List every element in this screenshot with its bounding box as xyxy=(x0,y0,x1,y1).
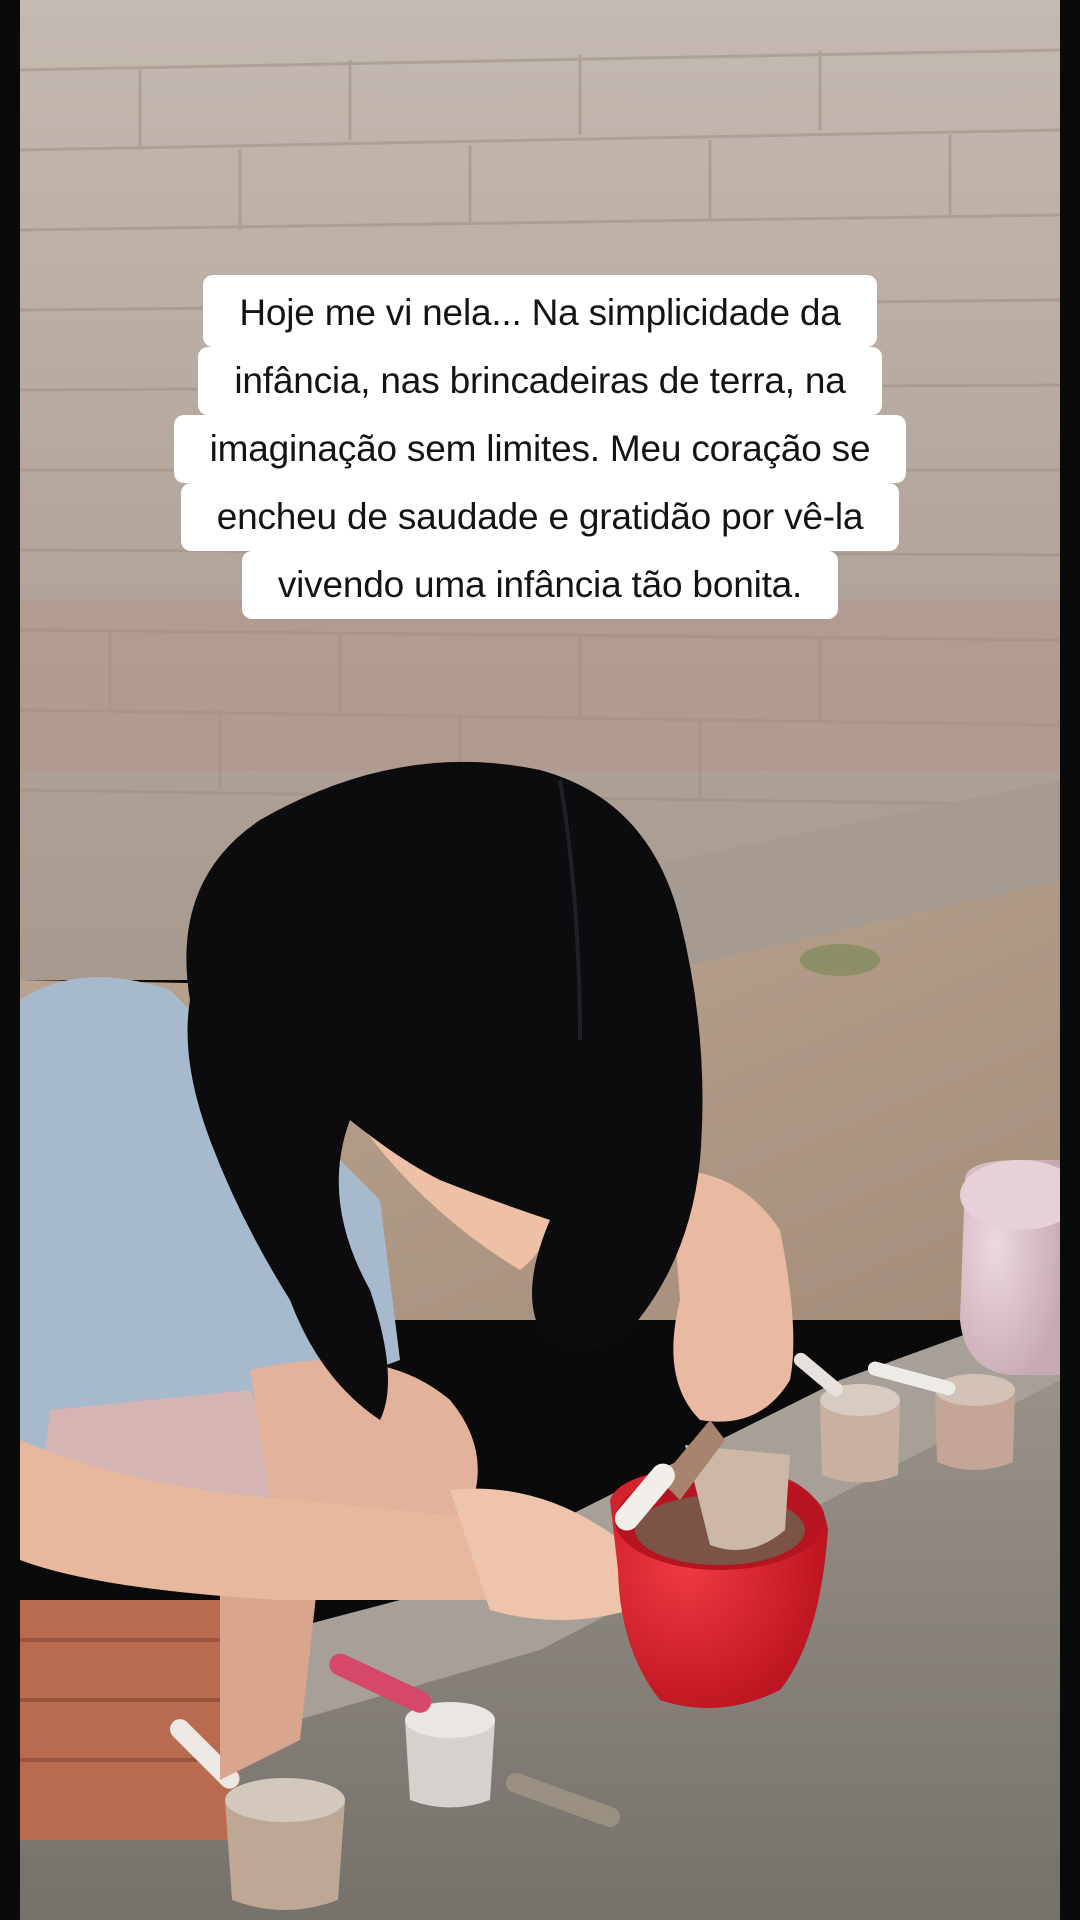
caption-line-4: encheu de saudade e gratidão por vê-la xyxy=(180,483,900,551)
wall-reddish-band xyxy=(20,600,1060,770)
caption-line-1: Hoje me vi nela... Na simplicidade da xyxy=(203,275,877,347)
caption-line-2: infância, nas brincadeiras de terra, na xyxy=(198,347,882,415)
clay-brick xyxy=(20,1600,240,1840)
caption-line-5: vivendo uma infância tão bonita. xyxy=(241,551,839,619)
caption-block: Hoje me vi nela... Na simplicidade da in… xyxy=(0,275,1080,619)
weeds xyxy=(800,944,880,976)
video-frame: Hoje me vi nela... Na simplicidade da in… xyxy=(0,0,1080,1920)
caption-line-3: imaginação sem limites. Meu coração se xyxy=(173,415,907,483)
